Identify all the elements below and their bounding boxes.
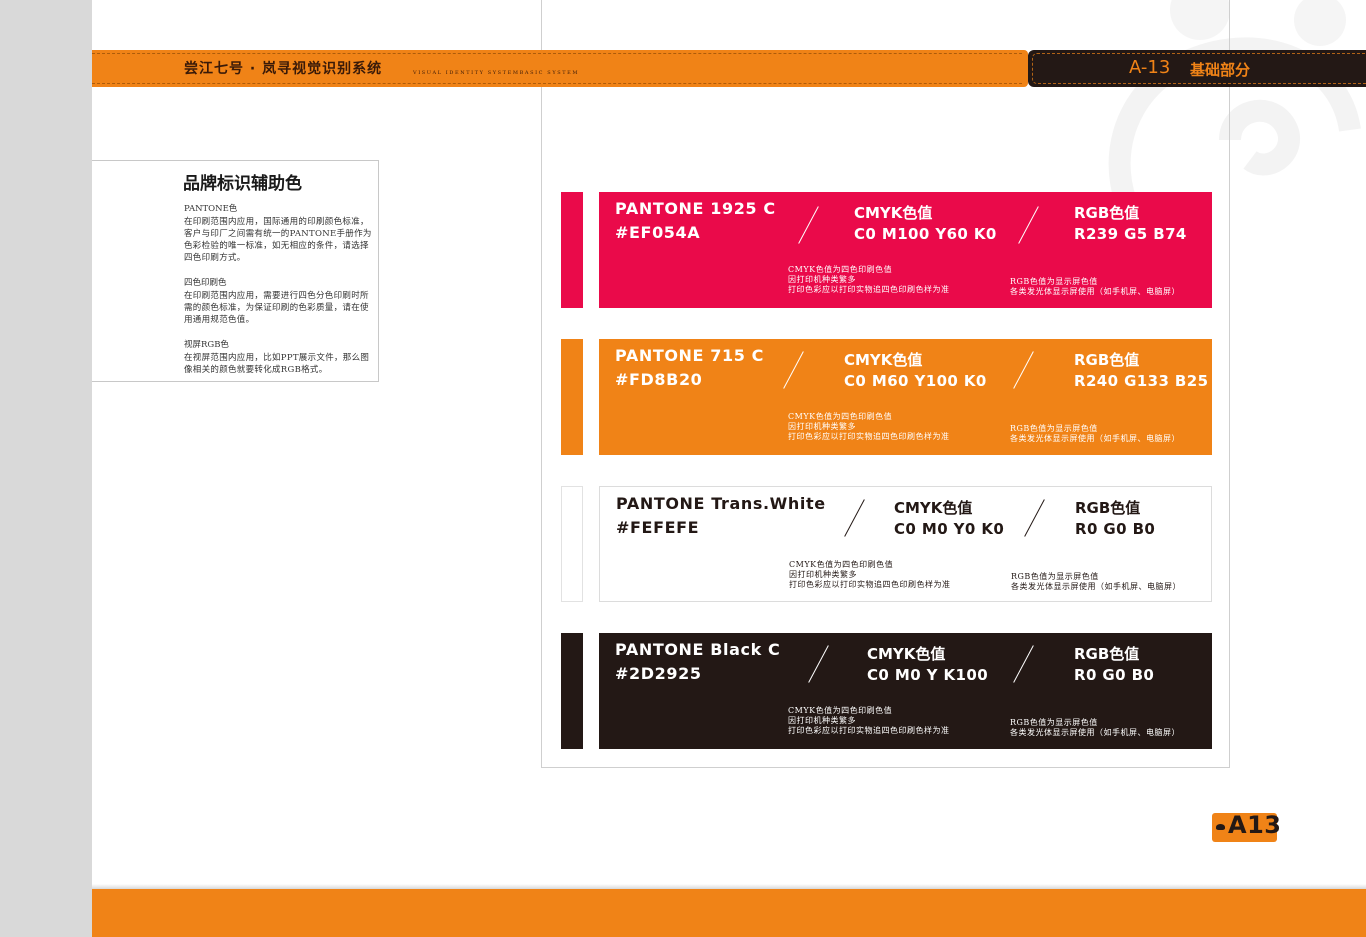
- rgb-title: RGB色值: [1074, 645, 1140, 663]
- cmyk-note: CMYK色值为四色印刷色值 因打印机种类繁多 打印色彩应以打印实物追四色印刷色样为准: [788, 265, 950, 294]
- pantone-name: PANTONE Black C: [615, 640, 781, 659]
- rgb-value: R0 G0 B0: [1074, 666, 1155, 684]
- hex-value: #2D2925: [615, 664, 702, 683]
- page-divider-top: [541, 0, 542, 50]
- swatch-row: PANTONE 715 C #FD8B20 CMYK色值 C0 M60 Y100…: [599, 339, 1212, 455]
- page-number-badge: A13: [1212, 811, 1281, 842]
- cmyk-title: CMYK色值: [867, 645, 946, 663]
- pantone-label: PANTONE色: [184, 204, 238, 214]
- cmyk-title: CMYK色值: [844, 351, 923, 369]
- header-title: 尝江七号 · 岚寻视觉识别系统: [184, 61, 383, 77]
- swatch-row: PANTONE Black C #2D2925 CMYK色值 C0 M0 Y K…: [599, 633, 1212, 749]
- swatch-row: PANTONE 1925 C #EF054A CMYK色值 C0 M100 Y6…: [599, 192, 1212, 308]
- cmyk-title: CMYK色值: [854, 204, 933, 222]
- logo-mark-icon: [1216, 824, 1225, 830]
- rgb-label: 视屏RGB色: [184, 340, 229, 350]
- cmyk-value: C0 M60 Y100 K0: [844, 372, 987, 390]
- rgb-value: R239 G5 B74: [1074, 225, 1187, 243]
- pantone-name: PANTONE Trans.White: [616, 494, 826, 513]
- cmyk-value: C0 M0 Y K100: [867, 666, 989, 684]
- left-gutter: [0, 0, 92, 937]
- rgb-value: R0 G0 B0: [1075, 520, 1156, 538]
- rgb-title: RGB色值: [1074, 351, 1140, 369]
- divider-slash: [798, 206, 819, 244]
- divider-slash: [1024, 499, 1045, 537]
- page-number: A13: [1228, 811, 1282, 839]
- description-panel: 品牌标识辅助色 PANTONE色 在印刷范围内应用，国际通用的印刷颜色标准，客户…: [92, 160, 379, 382]
- divider-slash: [1013, 351, 1034, 389]
- pantone-name: PANTONE 715 C: [615, 346, 764, 365]
- hex-value: #EF054A: [615, 223, 701, 242]
- pantone-name: PANTONE 1925 C: [615, 199, 776, 218]
- header-subtitle: VISUAL IDENTITY SYSTEMBASIC SYSTEM: [413, 70, 580, 76]
- header-bar: 尝江七号 · 岚寻视觉识别系统 VISUAL IDENTITY SYSTEMBA…: [92, 50, 1028, 87]
- rgb-value: R240 G133 B25: [1074, 372, 1209, 390]
- rgb-title: RGB色值: [1074, 204, 1140, 222]
- swatch-chip: [561, 633, 583, 749]
- section-title: 基础部分: [1190, 61, 1251, 79]
- divider-slash: [1018, 206, 1039, 244]
- section-tab: A-13 基础部分: [1028, 50, 1366, 87]
- hex-value: #FEFEFE: [616, 518, 700, 537]
- cmyk-title: CMYK色值: [894, 499, 973, 517]
- divider-slash: [1013, 645, 1034, 683]
- swatch-chip: [561, 486, 583, 602]
- rgb-note: RGB色值为显示屏色值 各类发光体显示屏使用（如手机屏、电脑屏）: [1011, 572, 1181, 591]
- rgb-note: RGB色值为显示屏色值 各类发光体显示屏使用（如手机屏、电脑屏）: [1010, 424, 1180, 443]
- rgb-note: RGB色值为显示屏色值 各类发光体显示屏使用（如手机屏、电脑屏）: [1010, 277, 1180, 296]
- footer-band: [92, 889, 1366, 937]
- cmyk-note: CMYK色值为四色印刷色值 因打印机种类繁多 打印色彩应以打印实物追四色印刷色样为准: [788, 706, 950, 735]
- page-divider-top-right: [1229, 0, 1230, 50]
- swatch-row: PANTONE Trans.White #FEFEFE CMYK色值 C0 M0…: [599, 486, 1212, 602]
- cmyk-note: CMYK色值为四色印刷色值 因打印机种类繁多 打印色彩应以打印实物追四色印刷色样为准: [789, 560, 951, 589]
- hex-value: #FD8B20: [615, 370, 703, 389]
- swatch-chip: [561, 339, 583, 455]
- cmyk-value: C0 M100 Y60 K0: [854, 225, 997, 243]
- divider-slash: [844, 499, 865, 537]
- page-code: A-13: [1129, 57, 1171, 78]
- divider-slash: [783, 351, 804, 389]
- divider-slash: [808, 645, 829, 683]
- swatch-chip: [561, 192, 583, 308]
- rgb-title: RGB色值: [1075, 499, 1141, 517]
- rgb-text: 在视屏范围内应用，比如PPT展示文件，那么图像相关的颜色就要转化成RGB格式。: [184, 353, 370, 375]
- cmyk-label: 四色印刷色: [184, 278, 227, 288]
- rgb-note: RGB色值为显示屏色值 各类发光体显示屏使用（如手机屏、电脑屏）: [1010, 718, 1180, 737]
- cmyk-value: C0 M0 Y0 K0: [894, 520, 1005, 538]
- cmyk-note: CMYK色值为四色印刷色值 因打印机种类繁多 打印色彩应以打印实物追四色印刷色样为准: [788, 412, 950, 441]
- cmyk-text: 在印刷范围内应用，需要进行四色分色印刷时所需的颜色标准，为保证印刷的色彩质量，请…: [184, 291, 369, 325]
- pantone-text: 在印刷范围内应用，国际通用的印刷颜色标准，客户与印厂之间需有统一的PANTONE…: [184, 217, 372, 263]
- description-title: 品牌标识辅助色: [183, 174, 302, 194]
